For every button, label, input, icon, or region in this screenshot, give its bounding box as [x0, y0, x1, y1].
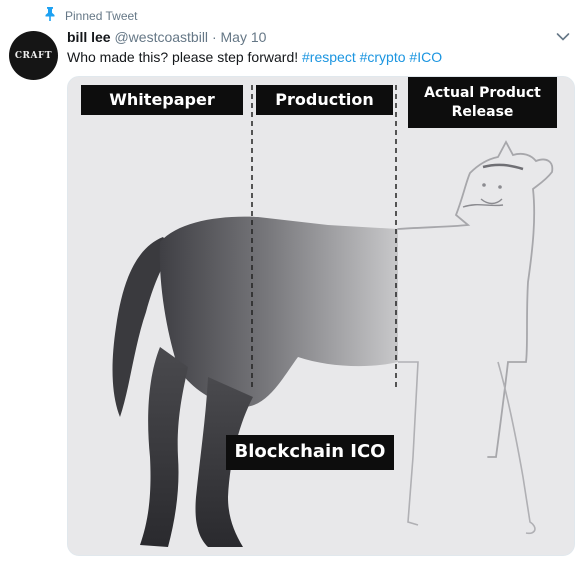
label-whitepaper: Whitepaper — [81, 85, 243, 115]
pinned-tweet-indicator: Pinned Tweet — [44, 7, 138, 24]
pinned-label: Pinned Tweet — [65, 8, 138, 23]
tweet-header: bill lee @westcoastbill · May 10 — [67, 29, 266, 45]
tweet-card[interactable]: Pinned Tweet CRAFT bill lee @westcoastbi… — [0, 0, 585, 566]
hashtag-ico[interactable]: #ICO — [409, 49, 442, 65]
label-production: Production — [256, 85, 393, 115]
user-handle[interactable]: @westcoastbill — [114, 29, 208, 45]
avatar[interactable]: CRAFT — [9, 31, 58, 80]
hashtag-respect[interactable]: #respect — [302, 49, 356, 65]
label-actual-product-release: Actual Product Release — [408, 77, 557, 128]
tweet-date[interactable]: May 10 — [221, 29, 267, 45]
tweet-body: Who made this? please step forward! — [67, 49, 303, 65]
chevron-down-icon[interactable] — [556, 32, 570, 42]
pin-icon — [44, 7, 56, 24]
avatar-text: CRAFT — [14, 50, 53, 61]
horse-drawing-illustration — [68, 77, 574, 555]
hashtag-crypto[interactable]: #crypto — [360, 49, 406, 65]
user-name[interactable]: bill lee — [67, 29, 111, 45]
tweet-image[interactable]: Whitepaper Production Actual Product Rel… — [67, 76, 575, 556]
tweet-text: Who made this? please step forward! #res… — [67, 49, 442, 65]
label-blockchain-ico: Blockchain ICO — [226, 435, 394, 470]
separator-dot: · — [211, 29, 217, 45]
